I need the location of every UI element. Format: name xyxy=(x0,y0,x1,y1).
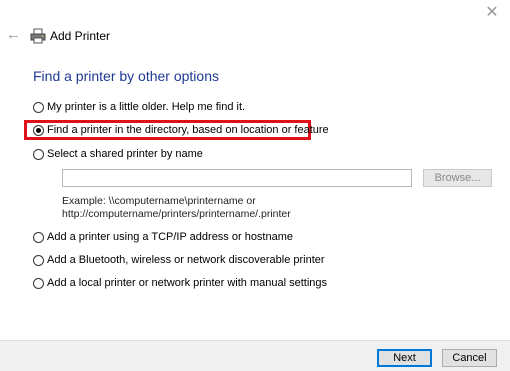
radio-button-selected[interactable] xyxy=(33,124,44,136)
window-title: Add Printer xyxy=(50,29,111,43)
option-tcpip[interactable]: Add a printer using a TCP/IP address or … xyxy=(33,230,293,244)
option-label: Add a printer using a TCP/IP address or … xyxy=(47,231,294,243)
close-icon[interactable]: ✕ xyxy=(482,4,502,22)
option-label: Add a local printer or network printer w… xyxy=(47,277,328,289)
browse-button[interactable]: Browse... xyxy=(423,169,492,187)
option-bluetooth-wireless[interactable]: Add a Bluetooth, wireless or network dis… xyxy=(33,253,325,267)
option-label: My printer is a little older. Help me fi… xyxy=(47,101,246,113)
option-label: Select a shared printer by name xyxy=(47,148,203,160)
option-older-printer[interactable]: My printer is a little older. Help me fi… xyxy=(33,100,245,114)
example-hint: Example: \\computername\printername or h… xyxy=(62,195,291,221)
option-local-manual[interactable]: Add a local printer or network printer w… xyxy=(33,276,327,290)
radio-button[interactable] xyxy=(33,231,44,243)
option-label: Find a printer in the directory, based o… xyxy=(47,124,329,136)
option-shared-printer[interactable]: Select a shared printer by name xyxy=(33,147,203,161)
back-arrow-icon[interactable]: ← xyxy=(6,26,21,44)
page-heading: Find a printer by other options xyxy=(33,68,219,84)
shared-printer-name-input[interactable] xyxy=(62,169,412,187)
footer-bar: Next Cancel xyxy=(0,340,510,371)
example-line-2: http://computername/printers/printername… xyxy=(62,208,291,220)
option-directory-search[interactable]: Find a printer in the directory, based o… xyxy=(33,123,329,137)
radio-button[interactable] xyxy=(33,148,44,160)
cancel-button[interactable]: Cancel xyxy=(442,349,497,367)
next-button[interactable]: Next xyxy=(377,349,432,367)
option-label: Add a Bluetooth, wireless or network dis… xyxy=(47,254,325,266)
radio-button[interactable] xyxy=(33,101,44,113)
printer-icon xyxy=(30,28,46,44)
radio-button[interactable] xyxy=(33,254,44,266)
radio-button[interactable] xyxy=(33,277,44,289)
example-line-1: Example: \\computername\printername or xyxy=(62,195,256,207)
